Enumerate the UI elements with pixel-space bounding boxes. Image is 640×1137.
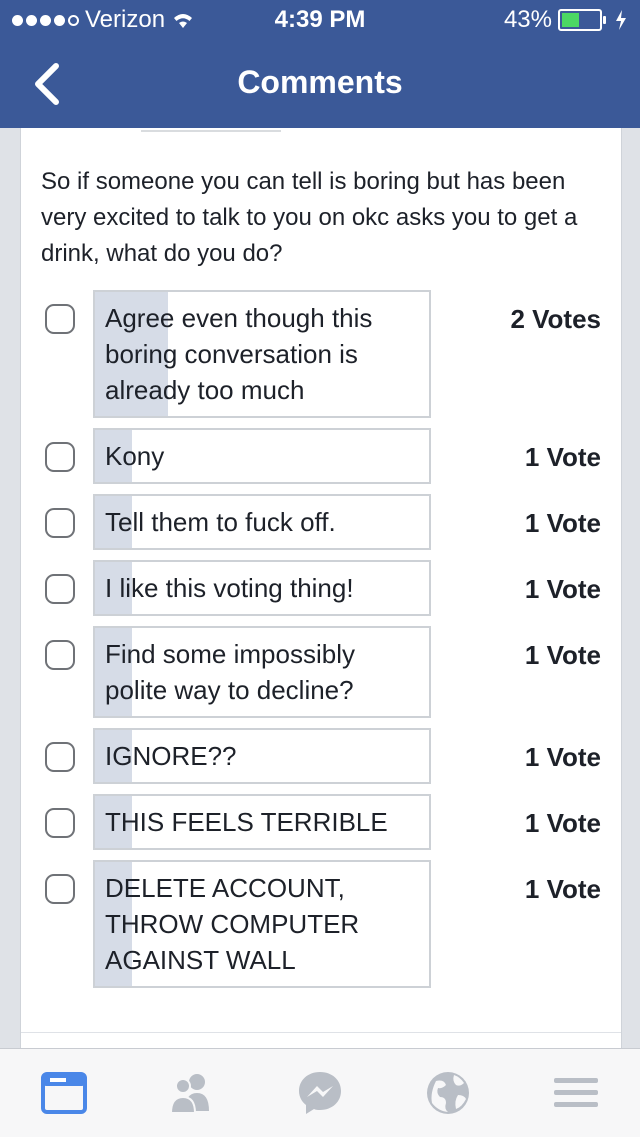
status-bar: Verizon 4:39 PM 43% <box>0 0 640 40</box>
menu-icon[interactable] <box>552 1069 600 1117</box>
option-label: DELETE ACCOUNT, THROW COMPUTER AGAINST W… <box>105 873 360 975</box>
vote-count: 1 Vote <box>524 442 601 472</box>
divider <box>21 1032 621 1033</box>
battery-status: 43% <box>504 6 628 34</box>
option-checkbox[interactable] <box>45 304 75 334</box>
charging-icon <box>616 10 626 30</box>
news-feed-icon[interactable] <box>40 1069 88 1117</box>
battery-percent: 43% <box>503 6 552 33</box>
top-bar: Verizon 4:39 PM 43% Comments <box>0 0 640 128</box>
option-box[interactable]: Kony <box>93 428 431 484</box>
option-box[interactable]: Tell them to fuck off. <box>93 494 431 550</box>
vote-count: 1 Vote <box>524 808 601 838</box>
battery-icon <box>558 9 606 31</box>
friends-icon[interactable] <box>166 1069 214 1117</box>
option-label: IGNORE?? <box>105 741 237 771</box>
page-title: Comments <box>237 64 403 100</box>
poll-card: So if someone you can tell is boring but… <box>20 128 622 1048</box>
option-checkbox[interactable] <box>45 508 75 538</box>
option-label: Kony <box>105 441 165 471</box>
navigation-bar: Comments <box>0 40 640 128</box>
option-box[interactable]: I like this voting thing! <box>93 560 431 616</box>
option-label: THIS FEELS TERRIBLE <box>105 807 388 837</box>
option-checkbox[interactable] <box>45 574 75 604</box>
vote-count: 1 Vote <box>524 640 601 670</box>
vote-count: 1 Vote <box>524 742 601 772</box>
option-checkbox[interactable] <box>45 874 75 904</box>
option-checkbox[interactable] <box>45 640 75 670</box>
messenger-icon[interactable] <box>296 1069 344 1117</box>
option-label: Find some impossibly polite way to decli… <box>105 639 355 705</box>
option-label: Agree even though this boring conversati… <box>105 303 373 405</box>
globe-icon[interactable] <box>424 1069 472 1117</box>
tab-bar <box>0 1048 640 1137</box>
option-checkbox[interactable] <box>45 442 75 472</box>
vote-count: 2 Votes <box>510 304 601 334</box>
option-box[interactable]: IGNORE?? <box>93 728 431 784</box>
option-box[interactable]: Agree even though this boring conversati… <box>93 290 431 418</box>
previous-content-edge <box>141 120 281 132</box>
option-label: Tell them to fuck off. <box>105 507 336 537</box>
option-checkbox[interactable] <box>45 808 75 838</box>
vote-count: 1 Vote <box>524 574 601 604</box>
vote-count: 1 Vote <box>524 508 601 538</box>
option-label: I like this voting thing! <box>105 573 354 603</box>
vote-count: 1 Vote <box>524 874 601 904</box>
poll-question: So if someone you can tell is boring but… <box>41 168 578 267</box>
option-box[interactable]: Find some impossibly polite way to decli… <box>93 626 431 718</box>
option-checkbox[interactable] <box>45 742 75 772</box>
option-box[interactable]: THIS FEELS TERRIBLE <box>93 794 431 850</box>
option-box[interactable]: DELETE ACCOUNT, THROW COMPUTER AGAINST W… <box>93 860 431 988</box>
